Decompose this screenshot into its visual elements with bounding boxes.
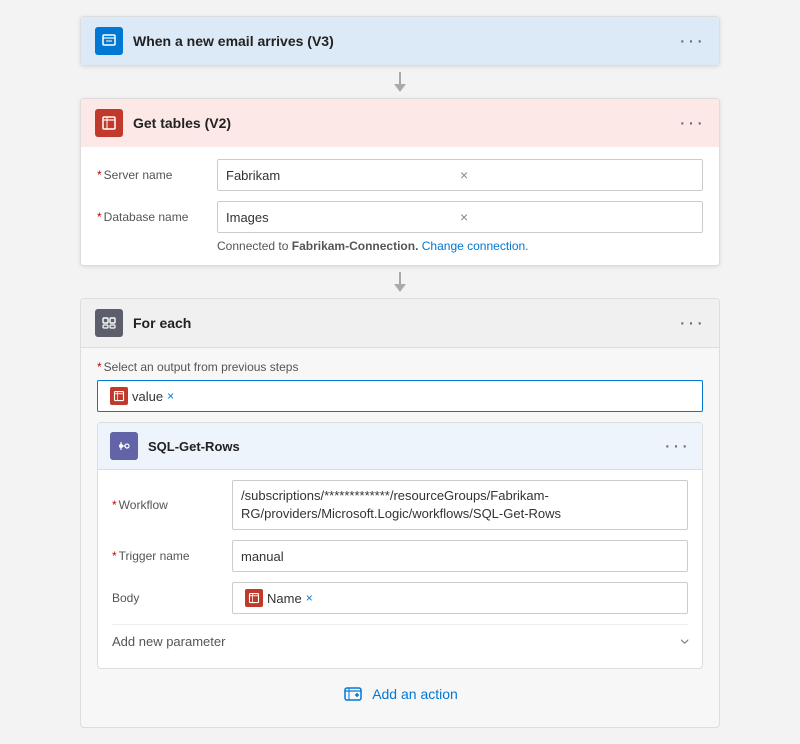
add-action-button[interactable]: Add an action: [342, 683, 458, 705]
workflow-label: *Workflow: [112, 498, 232, 512]
add-param-label: Add new parameter: [112, 634, 225, 649]
foreach-tag-remove[interactable]: ×: [167, 389, 174, 403]
connector-2: [394, 266, 406, 298]
server-field-row: *Server name Fabrikam ×: [97, 159, 703, 191]
foreach-select-label: *Select an output from previous steps: [97, 360, 703, 374]
body-tag-remove[interactable]: ×: [306, 591, 313, 605]
add-param-chevron-icon: ›: [675, 639, 696, 645]
sql-header: SQL-Get-Rows ···: [98, 423, 702, 470]
body-tag-input[interactable]: Name ×: [232, 582, 688, 614]
get-tables-body: *Server name Fabrikam × *Database name I…: [81, 147, 719, 265]
get-tables-icon: [95, 109, 123, 137]
add-action-label: Add an action: [372, 686, 458, 702]
trigger-header: When a new email arrives (V3) ···: [81, 17, 719, 65]
foreach-icon: [95, 309, 123, 337]
body-tag-label: Name: [267, 591, 302, 606]
add-param-row[interactable]: Add new parameter ›: [112, 624, 688, 658]
database-field-row: *Database name Images ×: [97, 201, 703, 233]
foreach-value-tag: value ×: [106, 385, 178, 407]
get-tables-title: Get tables (V2): [133, 115, 679, 131]
get-tables-more-btn[interactable]: ···: [679, 112, 705, 135]
foreach-title: For each: [133, 315, 679, 331]
change-connection-link[interactable]: Change connection.: [422, 239, 529, 253]
workflow-field-row: *Workflow /subscriptions/*************/r…: [112, 480, 688, 530]
sql-body: *Workflow /subscriptions/*************/r…: [98, 470, 702, 668]
foreach-card: For each ··· *Select an output from prev…: [80, 298, 720, 728]
trigger-title: When a new email arrives (V3): [133, 33, 679, 49]
server-input[interactable]: Fabrikam ×: [217, 159, 703, 191]
sql-icon: [110, 432, 138, 460]
body-field-row: Body Nam: [112, 582, 688, 614]
trigger-more-btn[interactable]: ···: [679, 30, 705, 53]
connection-info: Connected to Fabrikam-Connection. Change…: [217, 239, 703, 253]
foreach-tag-label: value: [132, 389, 163, 404]
sql-more-btn[interactable]: ···: [664, 435, 690, 458]
sql-get-rows-card: SQL-Get-Rows ··· *Workflow /subscription…: [97, 422, 703, 669]
workflow-input[interactable]: /subscriptions/*************/resourceGro…: [232, 480, 688, 530]
trigger-card: When a new email arrives (V3) ···: [80, 16, 720, 66]
trigger-name-label: *Trigger name: [112, 549, 232, 563]
database-label: *Database name: [97, 210, 217, 224]
foreach-tag-input[interactable]: value ×: [97, 380, 703, 412]
trigger-name-field-row: *Trigger name manual: [112, 540, 688, 572]
get-tables-card: Get tables (V2) ··· *Server name Fabrika…: [80, 98, 720, 266]
server-clear-btn[interactable]: ×: [460, 167, 694, 183]
sql-title: SQL-Get-Rows: [148, 439, 664, 454]
connector-1: [394, 66, 406, 98]
foreach-header: For each ···: [81, 299, 719, 348]
body-name-tag: Name ×: [241, 587, 317, 609]
server-label: *Server name: [97, 168, 217, 182]
body-label: Body: [112, 591, 232, 605]
database-clear-btn[interactable]: ×: [460, 209, 694, 225]
get-tables-header: Get tables (V2) ···: [81, 99, 719, 147]
foreach-more-btn[interactable]: ···: [679, 312, 705, 335]
body-tag-icon: [245, 589, 263, 607]
database-input[interactable]: Images ×: [217, 201, 703, 233]
add-action-container: Add an action: [97, 669, 703, 715]
trigger-icon: [95, 27, 123, 55]
add-action-icon: [342, 683, 364, 705]
foreach-tag-icon: [110, 387, 128, 405]
trigger-name-input[interactable]: manual: [232, 540, 688, 572]
foreach-body: *Select an output from previous steps va…: [81, 348, 719, 727]
